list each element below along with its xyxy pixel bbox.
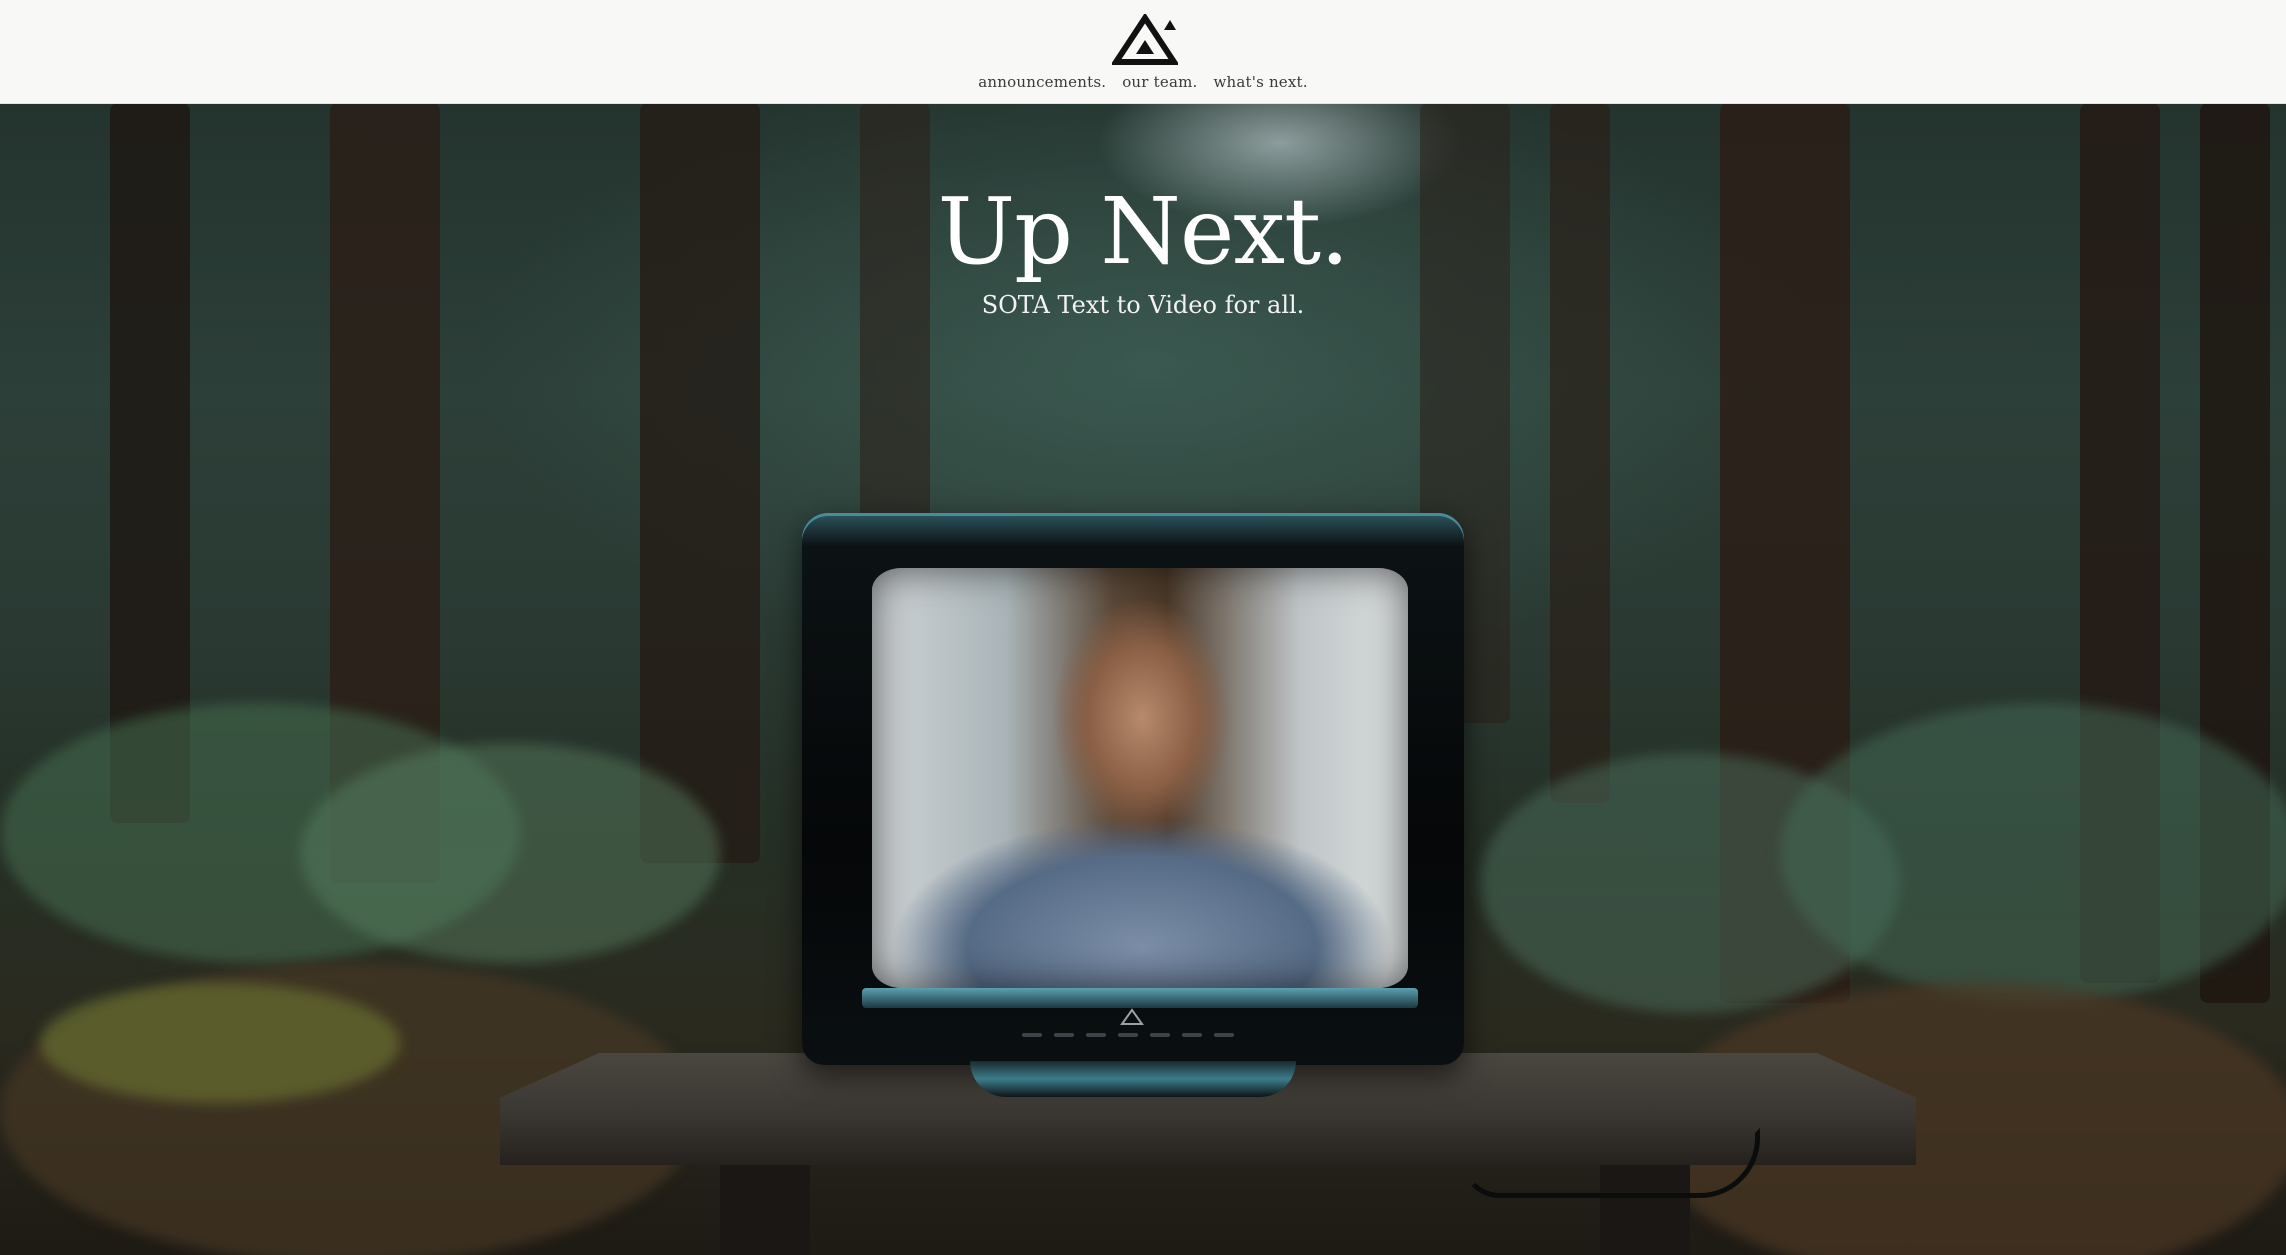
hero-section: Up Next. SOTA Text to Video for all. xyxy=(0,103,2286,1255)
nav-link-our-team[interactable]: our team. xyxy=(1122,73,1197,91)
crt-television xyxy=(802,513,1464,1163)
triangle-logo-icon xyxy=(1120,1008,1144,1025)
page: announcements. our team. what's next. Up xyxy=(0,0,2286,1255)
hero-subtitle: SOTA Text to Video for all. xyxy=(981,291,1305,319)
hero-title: Up Next. xyxy=(937,178,1350,285)
main-nav: announcements. our team. what's next. xyxy=(0,73,2286,91)
site-header: announcements. our team. what's next. xyxy=(0,0,2286,104)
tv-bezel xyxy=(862,988,1418,1008)
tv-cable xyxy=(1460,1128,1760,1198)
table-leg xyxy=(720,1165,810,1255)
nav-link-whats-next[interactable]: what's next. xyxy=(1213,73,1307,91)
triangle-logo-icon[interactable] xyxy=(1112,14,1178,66)
tv-stand xyxy=(970,1061,1296,1097)
tv-screen-video[interactable] xyxy=(872,568,1408,988)
tv-controls xyxy=(1022,1033,1242,1043)
nav-link-announcements[interactable]: announcements. xyxy=(978,73,1106,91)
